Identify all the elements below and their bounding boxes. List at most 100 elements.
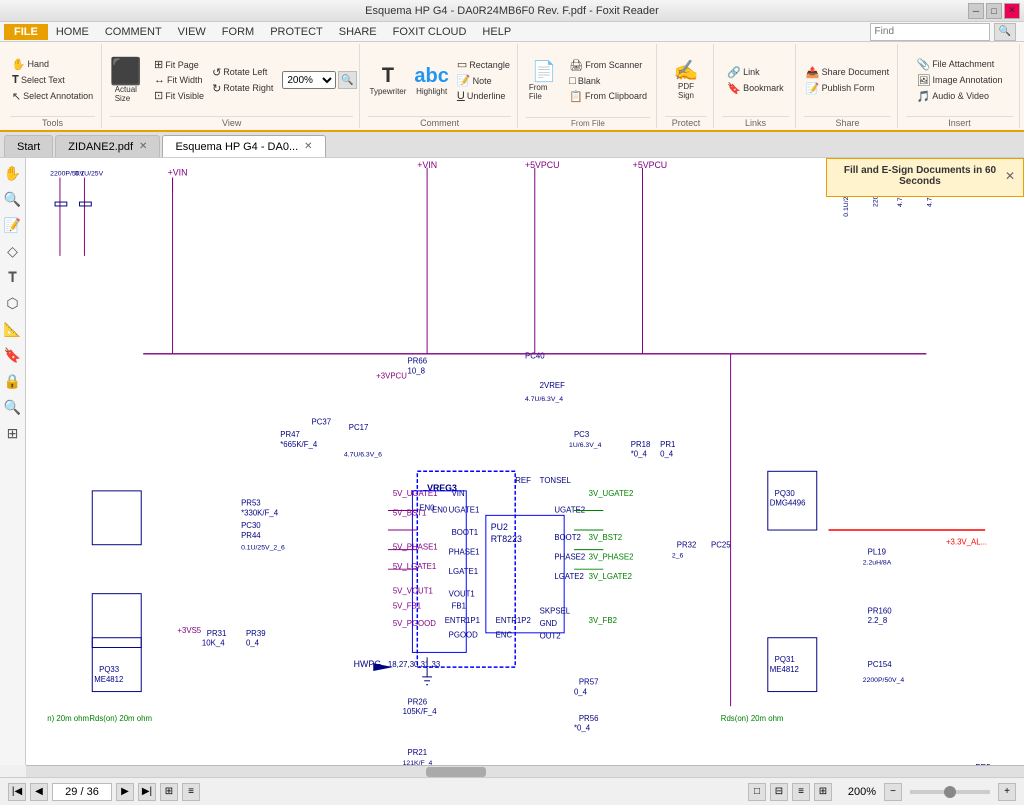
from-scanner-btn[interactable]: 🖨 From Scanner xyxy=(566,58,650,73)
svg-text:PR57: PR57 xyxy=(579,678,599,687)
two-page-btn[interactable]: ⊟ xyxy=(770,783,788,801)
svg-text:n) 20m ohm: n) 20m ohm xyxy=(47,714,89,723)
prev-page-btn[interactable]: ◀ xyxy=(30,783,48,801)
select-annotation-btn[interactable]: ↖ Select Annotation xyxy=(9,89,96,104)
svg-text:SKPSEL: SKPSEL xyxy=(540,606,571,615)
svg-text:PR56: PR56 xyxy=(579,714,599,723)
menu-foxit-cloud[interactable]: FOXIT CLOUD xyxy=(385,24,475,40)
menu-form[interactable]: FORM xyxy=(214,24,262,40)
actual-size-btn[interactable]: ⬛ ActualSize xyxy=(107,55,145,106)
schematic-svg: +VIN +VIN +5VPCU +5VPCU 2200P/50V 0.1U/2… xyxy=(26,158,1024,765)
notification-close-btn[interactable]: ✕ xyxy=(1005,169,1015,183)
typewriter-icon: 𝐓 xyxy=(382,65,395,87)
page-number-input[interactable] xyxy=(52,783,112,801)
image-annotation-btn[interactable]: 🖼 Image Annotation xyxy=(913,73,1005,88)
zoom-in-btn[interactable]: + xyxy=(998,783,1016,801)
tab-start[interactable]: Start xyxy=(4,135,53,157)
tab-esquema-close[interactable]: ✕ xyxy=(304,141,312,152)
svg-text:*330K/F_4: *330K/F_4 xyxy=(241,508,279,517)
zoom-out-btn[interactable]: − xyxy=(884,783,902,801)
playlist-btn[interactable]: ⊞ xyxy=(160,783,178,801)
zoom-select[interactable]: 200% 150% 100% 75% xyxy=(282,71,336,89)
svg-text:RT8223: RT8223 xyxy=(491,534,522,544)
highlight-btn[interactable]: abc Highlight xyxy=(411,63,451,98)
svg-text:+3VPCU: +3VPCU xyxy=(376,371,407,380)
tool-bookmark-panel-btn[interactable]: 🔖 xyxy=(2,344,24,366)
tool-shapes-btn[interactable]: ◇ xyxy=(2,240,24,262)
rectangle-btn[interactable]: ▭ Rectangle xyxy=(454,57,513,72)
tool-lock-btn[interactable]: 🔒 xyxy=(2,370,24,392)
bookmark-icon: 🔖 xyxy=(727,82,741,95)
menu-file[interactable]: FILE xyxy=(4,24,48,40)
horizontal-scrollbar[interactable] xyxy=(26,765,1024,777)
tool-measure-btn[interactable]: 📐 xyxy=(2,318,24,340)
maximize-button[interactable]: □ xyxy=(986,3,1002,19)
svg-text:2200P/50V_4: 2200P/50V_4 xyxy=(863,677,905,684)
share-document-btn[interactable]: 📤 Share Document xyxy=(803,65,892,80)
hand-tool-btn[interactable]: ✋ Hand xyxy=(9,57,96,72)
svg-text:4.7U/6.3V_4: 4.7U/6.3V_4 xyxy=(525,396,563,403)
tool-layers-btn[interactable]: ⊞ xyxy=(2,422,24,444)
menu-help[interactable]: HELP xyxy=(474,24,519,40)
continuous-btn[interactable]: ≡ xyxy=(182,783,200,801)
underline-btn[interactable]: U Underline xyxy=(454,89,513,103)
file-attachment-btn[interactable]: 📎 File Attachment xyxy=(913,57,1005,72)
app-title: Esquema HP G4 - DA0R24MB6F0 Rev. F.pdf -… xyxy=(365,5,659,17)
tab-zidane-close[interactable]: ✕ xyxy=(139,141,147,152)
svg-text:PC154: PC154 xyxy=(868,660,893,669)
h-scroll-thumb[interactable] xyxy=(426,767,486,777)
content-area[interactable]: Fill and E-Sign Documents in 60 Seconds … xyxy=(26,158,1024,765)
note-btn[interactable]: 📝 Note xyxy=(454,73,513,88)
search-button[interactable]: 🔍 xyxy=(994,23,1016,41)
svg-text:VOUT1: VOUT1 xyxy=(449,590,475,599)
tool-annotation-btn[interactable]: 📝 xyxy=(2,214,24,236)
svg-text:UGATE2: UGATE2 xyxy=(554,505,585,514)
main-area: ✋ 🔍 📝 ◇ 𝐓 ⬡ 📐 🔖 🔒 🔍 ⊞ Fill and E-Sign Do… xyxy=(0,158,1024,765)
blank-btn[interactable]: □ Blank xyxy=(566,74,650,88)
link-btn[interactable]: 🔗 Link xyxy=(724,65,786,80)
menu-protect[interactable]: PROTECT xyxy=(262,24,331,40)
share-group-label: Share xyxy=(804,116,891,128)
scroll-btn[interactable]: ≡ xyxy=(792,783,810,801)
search-input[interactable] xyxy=(870,23,990,41)
typewriter-btn[interactable]: 𝐓 Typewriter xyxy=(367,63,410,98)
tool-search-panel-btn[interactable]: 🔍 xyxy=(2,396,24,418)
svg-text:2VREF: 2VREF xyxy=(540,381,565,390)
svg-text:105K/F_4: 105K/F_4 xyxy=(403,707,438,716)
audio-video-btn[interactable]: 🎵 Audio & Video xyxy=(913,89,1005,104)
svg-text:PHASE2: PHASE2 xyxy=(554,552,585,561)
menu-share[interactable]: SHARE xyxy=(331,24,385,40)
next-page-btn[interactable]: ▶ xyxy=(116,783,134,801)
fit-page-btn[interactable]: ⊞ Fit Page xyxy=(151,57,207,72)
tool-zoom-btn[interactable]: 🔍 xyxy=(2,188,24,210)
single-page-btn[interactable]: □ xyxy=(748,783,766,801)
zoom-slider-thumb[interactable] xyxy=(944,786,956,798)
menu-view[interactable]: VIEW xyxy=(170,24,214,40)
fit-visible-btn[interactable]: ⊡ Fit Visible xyxy=(151,88,207,103)
svg-text:EN0: EN0 xyxy=(419,503,435,512)
from-file-btn[interactable]: 📄 From File xyxy=(526,59,562,103)
minimize-button[interactable]: ─ xyxy=(968,3,984,19)
tool-text-btn[interactable]: 𝐓 xyxy=(2,266,24,288)
bookmark-btn[interactable]: 🔖 Bookmark xyxy=(724,81,786,96)
svg-text:PC37: PC37 xyxy=(312,417,332,426)
select-text-btn[interactable]: 𝐓 Select Text xyxy=(9,73,96,88)
rotate-right-btn[interactable]: ↻ Rotate Right xyxy=(209,81,276,96)
rotate-left-btn[interactable]: ↺ Rotate Left xyxy=(209,65,276,80)
close-button[interactable]: ✕ xyxy=(1004,3,1020,19)
tool-hand-btn[interactable]: ✋ xyxy=(2,162,24,184)
from-clipboard-btn[interactable]: 📋 From Clipboard xyxy=(566,89,650,104)
pdf-sign-btn[interactable]: ✍ PDFSign xyxy=(671,58,702,102)
last-page-btn[interactable]: ▶| xyxy=(138,783,156,801)
underline-icon: U xyxy=(457,90,465,102)
publish-form-btn[interactable]: 📝 Publish Form xyxy=(803,81,892,96)
tool-stamp-btn[interactable]: ⬡ xyxy=(2,292,24,314)
zoom-fit-btn[interactable]: 🔍 xyxy=(338,71,356,89)
two-scroll-btn[interactable]: ⊞ xyxy=(814,783,832,801)
fit-width-btn[interactable]: ↔ Fit Width xyxy=(151,73,207,87)
menu-comment[interactable]: COMMENT xyxy=(97,24,170,40)
tab-esquema[interactable]: Esquema HP G4 - DA0... ✕ xyxy=(162,135,325,157)
menu-home[interactable]: HOME xyxy=(48,24,97,40)
first-page-btn[interactable]: |◀ xyxy=(8,783,26,801)
tab-zidane[interactable]: ZIDANE2.pdf ✕ xyxy=(55,135,160,157)
